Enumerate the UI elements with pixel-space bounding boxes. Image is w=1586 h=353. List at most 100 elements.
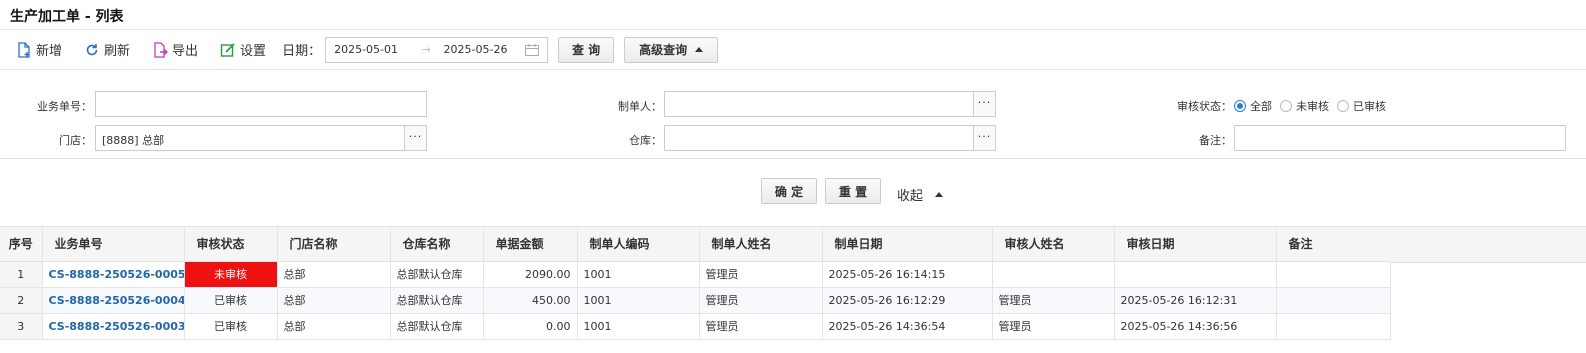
page-title: 生产加工单 - 列表 xyxy=(10,9,124,25)
export-label: 导出 xyxy=(172,44,199,59)
warehouse-cell: 总部默认仓库 xyxy=(390,261,484,288)
warehouse-label: 仓库： xyxy=(629,134,662,147)
amount-cell: 0.00 xyxy=(483,313,578,340)
caret-up-icon xyxy=(935,192,944,197)
query-button[interactable]: 查 询 xyxy=(558,36,615,63)
status-radio-pending[interactable]: 未审核 xyxy=(1280,98,1329,114)
created-date-cell: 2025-05-26 16:12:29 xyxy=(822,287,993,314)
date-start[interactable]: 2025-05-01 xyxy=(334,43,422,56)
creator-input[interactable] xyxy=(664,91,974,117)
export-icon xyxy=(154,41,169,58)
col-header[interactable]: 制单人姓名 xyxy=(699,227,823,262)
reviewed-date-cell: 2025-05-26 16:12:31 xyxy=(1114,287,1277,314)
refresh-icon xyxy=(86,43,98,55)
add-button[interactable]: 新增 xyxy=(16,38,62,62)
status-radio-approved[interactable]: 已审核 xyxy=(1337,98,1386,114)
status-badge: 已审核 xyxy=(184,313,278,340)
reviewed-date-cell xyxy=(1114,261,1277,288)
col-header[interactable]: 备注 xyxy=(1276,227,1391,262)
date-label: 日期： xyxy=(282,44,322,59)
status-badge: 未审核 xyxy=(184,261,278,288)
radio-checked-icon xyxy=(1234,100,1246,112)
reviewer-name-cell: 管理员 xyxy=(992,287,1115,314)
col-header[interactable]: 门店名称 xyxy=(277,227,391,262)
status-radio-all[interactable]: 全部 xyxy=(1234,98,1272,114)
creator-code-cell: 1001 xyxy=(577,313,700,340)
advanced-query-label: 高级查询 xyxy=(639,43,688,57)
filter-actions: 确 定 重 置 收起 xyxy=(0,159,1586,227)
status-badge: 已审核 xyxy=(184,287,278,314)
status-label: 审核状态： xyxy=(1177,100,1232,113)
date-arrow: → xyxy=(421,43,431,56)
warehouse-input[interactable] xyxy=(664,125,974,151)
col-header[interactable]: 审核日期 xyxy=(1114,227,1277,262)
refresh-button[interactable]: 刷新 xyxy=(84,38,130,62)
caret-up-icon xyxy=(695,47,704,52)
col-header[interactable]: 制单日期 xyxy=(822,227,993,262)
amount-cell: 450.00 xyxy=(483,287,578,314)
remark-cell xyxy=(1276,313,1391,340)
col-header[interactable]: 业务单号 xyxy=(42,227,185,262)
edit-settings-icon xyxy=(220,42,235,57)
warehouse-picker-button[interactable]: ··· xyxy=(973,125,996,151)
creator-code-cell: 1001 xyxy=(577,261,700,288)
collapse-label: 收起 xyxy=(897,189,924,204)
warehouse-cell: 总部默认仓库 xyxy=(390,313,484,340)
bill-no-link[interactable]: CS-8888-250526-0005 xyxy=(42,261,185,288)
bill-no-input[interactable] xyxy=(95,91,427,117)
creator-picker-button[interactable]: ··· xyxy=(973,91,996,117)
collapse-toggle[interactable]: 收起 xyxy=(897,185,944,204)
store-input[interactable]: [8888] 总部 xyxy=(95,125,405,151)
table-header-filler xyxy=(1390,227,1586,263)
row-index: 2 xyxy=(0,287,43,314)
advanced-query-button[interactable]: 高级查询 xyxy=(624,36,719,63)
row-index: 1 xyxy=(0,261,43,288)
col-header[interactable]: 序号 xyxy=(0,227,43,262)
bill-no-label: 业务单号： xyxy=(37,100,92,113)
amount-cell: 2090.00 xyxy=(483,261,578,288)
creator-code-cell: 1001 xyxy=(577,287,700,314)
status-option-pending: 未审核 xyxy=(1296,100,1329,113)
confirm-button[interactable]: 确 定 xyxy=(761,178,817,204)
new-document-icon xyxy=(18,41,30,58)
created-date-cell: 2025-05-26 14:36:54 xyxy=(822,313,993,340)
col-header[interactable]: 单据金额 xyxy=(483,227,578,262)
creator-name-cell: 管理员 xyxy=(699,287,823,314)
store-picker-button[interactable]: ··· xyxy=(404,125,427,151)
reset-button[interactable]: 重 置 xyxy=(825,178,881,204)
col-header[interactable]: 制单人编码 xyxy=(577,227,700,262)
date-range-picker[interactable]: 2025-05-01 → 2025-05-26 xyxy=(325,36,549,63)
table-header-row: 序号 业务单号 审核状态 门店名称 仓库名称 单据金额 制单人编码 制单人姓名 … xyxy=(0,227,1391,262)
settings-label: 设置 xyxy=(240,44,267,59)
reviewer-name-cell: 管理员 xyxy=(992,313,1115,340)
bill-no-link[interactable]: CS-8888-250526-0004 xyxy=(42,287,185,314)
calendar-icon[interactable] xyxy=(525,43,540,56)
status-radio-group: 全部 未审核 已审核 xyxy=(1234,98,1394,114)
store-cell: 总部 xyxy=(277,313,391,340)
date-end[interactable]: 2025-05-26 xyxy=(444,43,526,56)
table-row[interactable]: 3 CS-8888-250526-0003 已审核 总部 总部默认仓库 0.00… xyxy=(0,313,1391,340)
refresh-label: 刷新 xyxy=(104,44,131,59)
col-header[interactable]: 仓库名称 xyxy=(390,227,484,262)
status-option-approved: 已审核 xyxy=(1353,100,1386,113)
advanced-filter-panel: 业务单号： 制单人： ··· 审核状态： 全部 未审核 已审核 门店： [888… xyxy=(0,70,1586,159)
bill-no-link[interactable]: CS-8888-250526-0003 xyxy=(42,313,185,340)
col-header[interactable]: 审核状态 xyxy=(184,227,278,262)
creator-label: 制单人： xyxy=(618,100,662,113)
reviewed-date-cell: 2025-05-26 14:36:56 xyxy=(1114,313,1277,340)
radio-unchecked-icon xyxy=(1280,100,1292,112)
remark-input[interactable] xyxy=(1234,125,1566,151)
reviewer-name-cell xyxy=(992,261,1115,288)
table-row[interactable]: 1 CS-8888-250526-0005 未审核 总部 总部默认仓库 2090… xyxy=(0,261,1391,288)
row-index: 3 xyxy=(0,313,43,340)
table-row[interactable]: 2 CS-8888-250526-0004 已审核 总部 总部默认仓库 450.… xyxy=(0,287,1391,314)
warehouse-cell: 总部默认仓库 xyxy=(390,287,484,314)
col-header[interactable]: 审核人姓名 xyxy=(992,227,1115,262)
status-option-all: 全部 xyxy=(1250,100,1272,113)
export-button[interactable]: 导出 xyxy=(152,38,198,62)
store-cell: 总部 xyxy=(277,287,391,314)
settings-button[interactable]: 设置 xyxy=(220,38,266,62)
data-table: 序号 业务单号 审核状态 门店名称 仓库名称 单据金额 制单人编码 制单人姓名 … xyxy=(0,227,1391,340)
remark-cell xyxy=(1276,261,1391,288)
radio-unchecked-icon xyxy=(1337,100,1349,112)
